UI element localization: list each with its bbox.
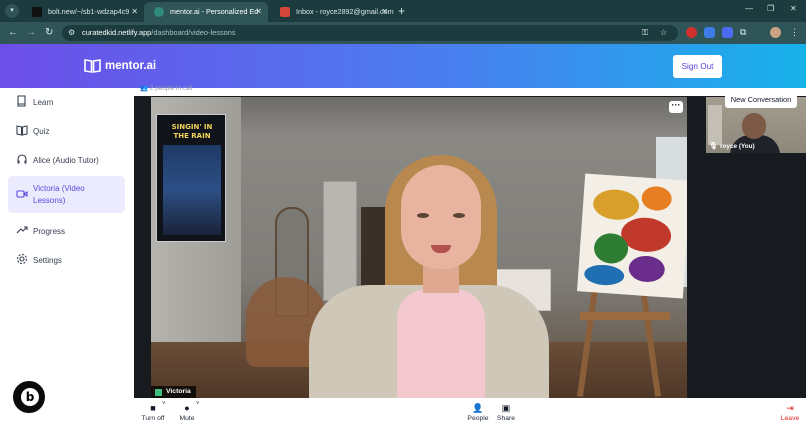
gmail-favicon-icon <box>280 7 290 17</box>
restore-icon[interactable]: ❐ <box>767 4 774 13</box>
tab-bolt[interactable]: bolt.new/~/sb1-wdzap4c9 ✕ <box>22 2 144 22</box>
tab-title: Inbox - royce2892@gmail.com <box>296 7 394 16</box>
tab-search-icon[interactable]: ▾ <box>5 4 19 18</box>
address-bar[interactable]: ⚙ curatedkid.netlify.app/dashboard/video… <box>62 25 678 41</box>
chevron-down-icon[interactable]: ˅ <box>162 401 166 407</box>
sidebar: Learn Quiz Alice (Audio Tutor) Victoria … <box>0 88 134 428</box>
sidebar-item-alice[interactable]: Alice (Audio Tutor) <box>8 149 125 171</box>
share-screen-icon: ▣ <box>501 403 511 413</box>
sidebar-item-label: Quiz <box>33 127 50 136</box>
extension-red-icon[interactable] <box>686 27 697 38</box>
profile-avatar[interactable] <box>770 27 781 38</box>
sidebar-item-label: Victoria (Video Lessons) <box>33 184 85 205</box>
browser-tab-strip: ▾ bolt.new/~/sb1-wdzap4c9 ✕ mentor.ai - … <box>0 0 806 22</box>
sidebar-item-progress[interactable]: Progress <box>8 220 125 242</box>
people-count: 👥 2 people in call <box>140 85 193 92</box>
painting-image <box>577 173 687 299</box>
sign-out-button[interactable]: Sign Out <box>673 55 722 78</box>
sidebar-item-label: Progress <box>33 227 66 236</box>
more-options-icon[interactable]: ··· <box>669 101 683 113</box>
site-info-icon[interactable]: ⚙ <box>68 28 78 38</box>
mute-button[interactable]: ● ˅ Mute <box>176 401 200 422</box>
book-open-logo-icon <box>84 59 101 73</box>
forward-arrow-icon[interactable]: → <box>26 26 36 40</box>
turn-off-camera-button[interactable]: ■ ˅ Turn off <box>140 401 166 422</box>
main-video-feed: SINGIN' IN THE RAIN <box>151 97 687 399</box>
reload-icon[interactable]: ↻ <box>45 26 53 40</box>
sidebar-item-learn[interactable]: Learn <box>8 91 125 113</box>
headphones-icon <box>17 154 27 164</box>
extension-blue-icon[interactable] <box>704 27 715 38</box>
movie-poster-image: SINGIN' IN THE RAIN <box>156 114 226 242</box>
participant-name-tag: Victoria <box>151 386 196 398</box>
call-header <box>134 88 806 96</box>
bolt-favicon-icon <box>32 7 42 17</box>
leave-call-button[interactable]: ⇥ Leave <box>778 401 802 422</box>
bolt-badge[interactable]: b <box>12 380 46 414</box>
close-tab-icon[interactable]: ✕ <box>131 2 138 22</box>
mentor-favicon-icon <box>154 7 164 17</box>
brand-name: mentor.ai <box>105 60 157 72</box>
browser-toolbar: ← → ↻ ⚙ curatedkid.netlify.app/dashboard… <box>0 22 806 44</box>
sidebar-item-label: Learn <box>33 98 54 107</box>
tab-title: bolt.new/~/sb1-wdzap4c9 <box>48 7 130 16</box>
people-button[interactable]: 👤 People <box>465 401 491 422</box>
browser-menu-icon[interactable]: ⋮ <box>790 27 801 38</box>
trending-up-icon <box>16 226 28 234</box>
tab-gmail[interactable]: Inbox - royce2892@gmail.com ✕ <box>270 2 394 22</box>
tutor-avatar-person <box>309 155 549 399</box>
bolt-logo-icon: b <box>21 388 39 406</box>
extensions-puzzle-icon[interactable]: ⧉ <box>740 27 751 38</box>
book-icon <box>17 95 26 107</box>
password-key-icon[interactable]: ⚿ <box>642 25 648 41</box>
microphone-icon: ● <box>184 403 190 413</box>
url-text: curatedkid.netlify.app/dashboard/video-l… <box>82 28 236 37</box>
new-tab-plus-icon[interactable]: + <box>398 3 405 19</box>
microphone-icon: 🎙 <box>709 143 718 150</box>
video-camera-icon <box>16 190 28 198</box>
close-window-icon[interactable]: ✕ <box>790 4 797 13</box>
close-tab-icon[interactable]: ✕ <box>255 2 262 22</box>
tab-title: mentor.ai - Personalized Ed <box>170 7 259 16</box>
bookmark-star-icon[interactable]: ☆ <box>660 25 667 41</box>
back-arrow-icon[interactable]: ← <box>8 26 18 40</box>
minimize-icon[interactable]: — <box>745 4 753 13</box>
extension-square-icon[interactable] <box>722 27 733 38</box>
people-icon: 👤 <box>472 403 484 413</box>
chevron-down-icon[interactable]: ˅ <box>196 401 200 407</box>
share-button[interactable]: ▣ Share <box>494 401 518 422</box>
speaking-indicator-icon <box>155 389 162 396</box>
sidebar-item-settings[interactable]: Settings <box>8 249 125 271</box>
new-conversation-button[interactable]: New Conversation <box>725 92 797 108</box>
leave-door-icon: ⇥ <box>786 403 794 413</box>
sidebar-item-label: Settings <box>33 256 62 265</box>
tab-mentor[interactable]: mentor.ai - Personalized Ed ✕ <box>144 2 268 22</box>
sidebar-item-victoria[interactable]: Victoria (Video Lessons) <box>8 176 125 213</box>
sidebar-item-label: Alice (Audio Tutor) <box>33 156 99 165</box>
self-name-tag: 🎙 royce (You) <box>706 141 755 153</box>
book-open-icon <box>16 125 28 136</box>
sidebar-item-quiz[interactable]: Quiz <box>8 120 125 142</box>
gear-icon <box>16 253 28 265</box>
close-tab-icon[interactable]: ✕ <box>381 2 388 22</box>
